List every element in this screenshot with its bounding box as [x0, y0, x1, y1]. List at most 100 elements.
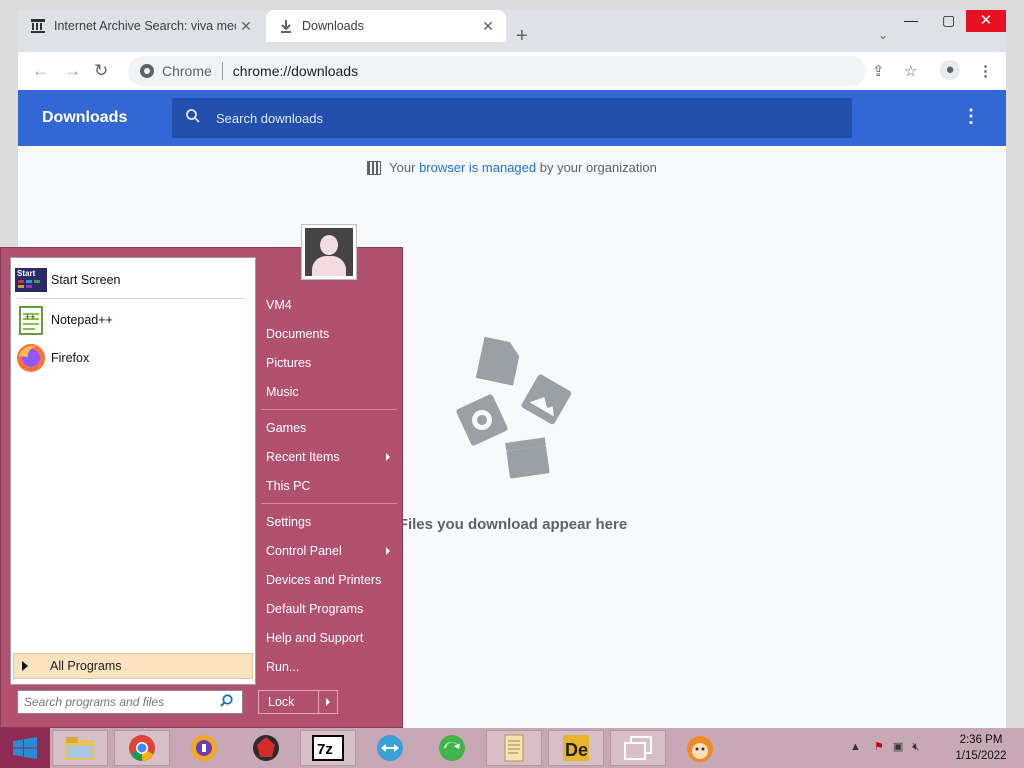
menu-run[interactable]: Run... — [266, 660, 299, 674]
all-programs-button[interactable]: All Programs — [13, 653, 253, 679]
minimize-icon[interactable]: — — [904, 12, 918, 28]
volume-muted-icon[interactable]: 🔇︎ — [912, 741, 919, 753]
search-programs-field[interactable] — [17, 690, 243, 714]
downloads-header: Downloads ⋮ — [18, 90, 1006, 146]
chevron-down-icon[interactable]: ⌄ — [878, 28, 888, 42]
search-icon[interactable] — [220, 694, 233, 710]
profile-icon[interactable]: ● — [940, 60, 960, 80]
maximize-icon[interactable]: ▢ — [942, 12, 955, 29]
menu-this-pc[interactable]: This PC — [266, 479, 310, 493]
programs-pane: Start Start Screen ++ Notepad++ Firefox … — [10, 257, 256, 685]
menu-music[interactable]: Music — [266, 385, 299, 399]
menu-item-label: Firefox — [51, 351, 90, 365]
menu-settings[interactable]: Settings — [266, 515, 311, 529]
taskbar-green-app[interactable] — [424, 730, 480, 766]
start-screen-item[interactable]: Start Start Screen — [15, 264, 120, 296]
menu-item-label: Start Screen — [51, 273, 121, 287]
forward-icon[interactable]: → — [64, 61, 81, 81]
user-avatar[interactable] — [301, 224, 357, 280]
menu-vm4[interactable]: VM4 — [266, 298, 292, 312]
kebab-menu-icon[interactable]: ⋮ — [978, 62, 993, 80]
back-icon[interactable]: ← — [32, 61, 49, 81]
action-center-flag-icon[interactable]: ⚑ — [874, 741, 884, 753]
menu-pictures[interactable]: Pictures — [266, 356, 311, 370]
menu-devices-printers[interactable]: Devices and Printers — [266, 573, 381, 587]
building-icon — [367, 161, 382, 175]
search-downloads-field[interactable] — [172, 98, 852, 138]
taskbar-antivirus[interactable] — [238, 730, 294, 766]
search-icon — [186, 109, 200, 127]
clock-date: 1/15/2022 — [955, 750, 1007, 762]
file-explorer-icon — [66, 737, 94, 760]
managed-link[interactable]: browser is managed — [419, 160, 536, 175]
tab-downloads[interactable]: Downloads ✕ — [266, 10, 506, 42]
network-icon[interactable]: ▣ — [893, 741, 903, 753]
tab-internet-archive[interactable]: Internet Archive Search: viva mec ✕ — [18, 10, 264, 42]
green-refresh-icon — [439, 735, 465, 761]
menu-documents[interactable]: Documents — [266, 327, 329, 341]
managed-notice: Your browser is managed by your organiza… — [18, 160, 1006, 175]
menu-games[interactable]: Games — [266, 421, 306, 435]
antivirus-icon — [253, 735, 279, 761]
page-title: Downloads — [42, 109, 128, 126]
close-window-icon[interactable]: ✕ — [966, 10, 1006, 32]
empty-message: Files you download appear here — [398, 516, 628, 533]
taskbar-file-explorer[interactable] — [52, 730, 108, 766]
notepadpp-item[interactable]: ++ Notepad++ — [15, 304, 113, 336]
search-programs-input[interactable] — [18, 694, 220, 710]
menu-default-programs[interactable]: Default Programs — [266, 602, 363, 616]
address-bar[interactable]: Chrome chrome://downloads — [128, 56, 866, 86]
clementine-icon — [687, 736, 713, 762]
archive-icon — [30, 18, 46, 34]
taskbar-task-view[interactable] — [610, 730, 666, 766]
menu-recent-items[interactable]: Recent Items — [266, 450, 390, 464]
notepadpp-icon: ++ — [19, 306, 43, 335]
downloads-menu-icon[interactable]: ⋮ — [962, 106, 980, 127]
lock-options-arrow-icon[interactable] — [318, 691, 337, 713]
start-screen-icon: Start — [15, 268, 47, 292]
submenu-arrow-icon — [386, 453, 390, 461]
star-icon[interactable]: ☆ — [904, 62, 917, 80]
search-downloads-input[interactable] — [214, 109, 818, 127]
new-tab-icon[interactable]: + — [516, 26, 528, 46]
taskbar-clock[interactable]: 2:36 PM 1/15/2022 — [946, 732, 1016, 764]
arrow-right-icon — [22, 661, 28, 671]
taskbar-chrome[interactable] — [114, 730, 170, 766]
taskbar-7zip[interactable]: 7z — [300, 730, 356, 766]
windows-logo-icon — [13, 737, 37, 759]
taskbar: 7z De ▲ ⚑ ▣ 🔇︎ 2:36 PM 1/15/2022 — [0, 728, 1024, 768]
clock-time: 2:36 PM — [959, 734, 1003, 746]
tray-expand-icon[interactable]: ▲ — [850, 741, 861, 753]
tab-title: Internet Archive Search: viva mec — [54, 19, 236, 33]
chrome-site-icon — [140, 64, 154, 78]
task-view-icon — [624, 736, 652, 760]
taskbar-dictionary[interactable]: De — [548, 730, 604, 766]
lock-button[interactable]: Lock — [258, 690, 338, 714]
firefox-item[interactable]: Firefox — [15, 342, 89, 374]
close-tab-icon[interactable]: ✕ — [236, 18, 256, 35]
firefox-icon — [17, 344, 45, 372]
share-icon[interactable]: ⇪ — [872, 62, 885, 80]
teamviewer-icon — [377, 735, 403, 761]
svg-text:7z: 7z — [317, 741, 333, 758]
taskbar-keepass[interactable] — [176, 730, 232, 766]
empty-downloads-illustration — [456, 336, 572, 479]
dictionary-icon: De — [563, 735, 589, 761]
taskbar-teamviewer[interactable] — [362, 730, 418, 766]
browser-toolbar: ← → ↻ Chrome chrome://downloads ⇪ ☆ ● ⋮ — [18, 52, 1006, 90]
tab-title: Downloads — [302, 19, 364, 33]
url-text: chrome://downloads — [232, 63, 359, 79]
submenu-arrow-icon — [386, 547, 390, 555]
start-button[interactable] — [0, 728, 50, 768]
close-tab-icon[interactable]: ✕ — [478, 18, 498, 35]
7zip-icon: 7z — [312, 735, 344, 761]
menu-help-support[interactable]: Help and Support — [266, 631, 363, 645]
menu-control-panel[interactable]: Control Panel — [266, 544, 390, 558]
download-icon — [278, 18, 294, 34]
keepass-icon — [191, 735, 217, 761]
svg-text:++: ++ — [25, 312, 36, 322]
reload-icon[interactable]: ↻ — [94, 61, 108, 81]
taskbar-notepad[interactable] — [486, 730, 542, 766]
taskbar-clementine[interactable] — [672, 730, 728, 766]
svg-text:Start: Start — [17, 269, 36, 278]
